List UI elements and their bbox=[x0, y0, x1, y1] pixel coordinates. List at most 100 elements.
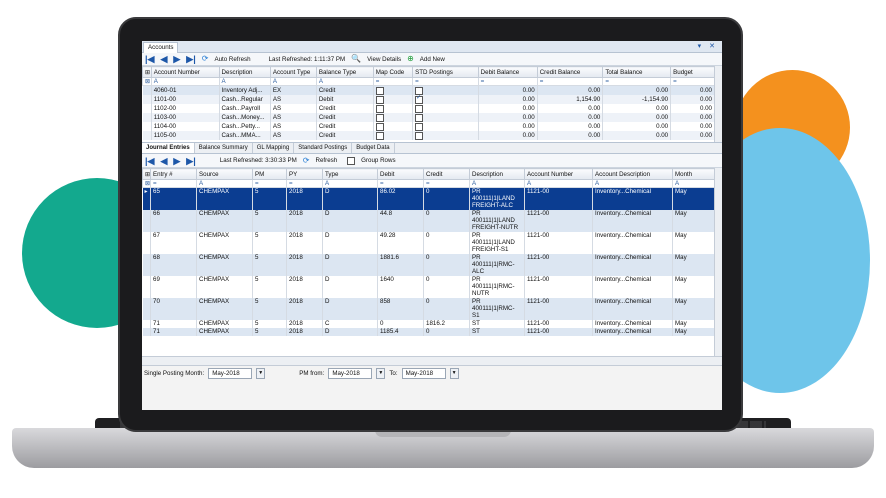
table-row[interactable]: 1102-00 Cash...Payroll AS Credit 0.00 0.… bbox=[142, 104, 715, 113]
table-row[interactable]: 71 CHEMPAX 5 2018 C 0 1816.2 ST 1121-00 … bbox=[142, 320, 716, 328]
column-header[interactable]: Account Number bbox=[150, 66, 220, 78]
filter-cell[interactable]: = bbox=[536, 77, 604, 86]
add-new-button[interactable]: Add New bbox=[420, 56, 445, 63]
auto-refresh-label[interactable]: Auto Refresh bbox=[214, 56, 250, 63]
filter-cell[interactable]: A bbox=[322, 179, 378, 188]
single-posting-select[interactable]: May-2018 bbox=[208, 367, 253, 379]
pm-to-select[interactable]: May-2018 bbox=[401, 367, 446, 379]
tab-standard-postings[interactable]: Standard Postings bbox=[294, 143, 353, 153]
table-row[interactable]: 71 CHEMPAX 5 2018 D 1185.4 0 ST 1121-00 … bbox=[142, 328, 716, 336]
column-header[interactable]: Description bbox=[218, 66, 271, 78]
previous-record-icon[interactable]: ◀ bbox=[160, 54, 167, 64]
std-postings-checkbox[interactable] bbox=[415, 113, 424, 122]
chevron-down-icon[interactable]: ▼ bbox=[449, 367, 459, 379]
std-postings-checkbox[interactable] bbox=[415, 104, 424, 113]
window-controls[interactable]: ▾ ✕ bbox=[698, 41, 718, 52]
column-header[interactable]: Credit Balance bbox=[536, 66, 604, 78]
group-rows-checkbox[interactable] bbox=[347, 156, 356, 165]
filter-cell[interactable]: A bbox=[315, 77, 374, 86]
column-header[interactable]: Entry # bbox=[150, 168, 197, 180]
tab-accounts[interactable]: Accounts bbox=[143, 42, 179, 53]
refresh-icon[interactable]: ⟳ bbox=[303, 156, 310, 166]
table-row[interactable]: 1103-00 Cash...Money... AS Credit 0.00 0… bbox=[142, 113, 715, 122]
pm-from-select[interactable]: May-2018 bbox=[328, 367, 373, 379]
filter-cell[interactable]: A bbox=[150, 77, 220, 86]
filter-cell[interactable]: A bbox=[524, 179, 593, 188]
column-header[interactable]: PM bbox=[252, 168, 287, 180]
next-record-icon[interactable]: ▶ bbox=[173, 156, 180, 166]
table-row[interactable]: 66 CHEMPAX 5 2018 D 44.8 0 PR 400111|1|L… bbox=[142, 210, 716, 232]
filter-cell[interactable]: = bbox=[372, 77, 414, 86]
column-header[interactable]: Total Balance bbox=[602, 66, 672, 78]
map-code-checkbox[interactable] bbox=[375, 104, 384, 113]
filter-cell[interactable]: A bbox=[672, 179, 716, 188]
filter-cell[interactable]: = bbox=[423, 179, 470, 188]
filter-cell[interactable]: A bbox=[592, 179, 673, 188]
accounts-filter-row[interactable]: ⊠ A A A A = = = = = = bbox=[142, 77, 715, 86]
table-row[interactable]: 68 CHEMPAX 5 2018 D 1881.6 0 PR 400111|1… bbox=[142, 254, 716, 276]
column-header[interactable]: Month bbox=[672, 168, 716, 180]
column-header[interactable]: Account Number bbox=[524, 168, 593, 180]
last-record-icon[interactable]: ▶| bbox=[186, 54, 195, 64]
filter-cell[interactable]: A bbox=[218, 77, 271, 86]
first-record-icon[interactable]: |◀ bbox=[145, 156, 154, 166]
filter-cell[interactable]: A bbox=[196, 179, 253, 188]
table-row[interactable]: 69 CHEMPAX 5 2018 D 1640 0 PR 400111|1|R… bbox=[142, 276, 716, 298]
filter-cell[interactable]: = bbox=[412, 77, 479, 86]
column-header[interactable]: STD Postings bbox=[412, 66, 479, 78]
journal-horizontal-scrollbar[interactable] bbox=[142, 356, 722, 365]
map-code-checkbox[interactable] bbox=[375, 122, 384, 131]
filter-cell[interactable]: = bbox=[150, 179, 197, 188]
journal-filter-row[interactable]: ⊠ = A = = A = = A A A A bbox=[142, 179, 716, 188]
std-postings-checkbox[interactable] bbox=[415, 131, 424, 140]
magnifier-icon[interactable]: 🔍 bbox=[351, 54, 361, 64]
filter-cell[interactable]: = bbox=[286, 179, 323, 188]
tab-gl-mapping[interactable]: GL Mapping bbox=[253, 143, 295, 153]
table-row[interactable]: 1105-00 Cash...MMA... AS Credit 0.00 0.0… bbox=[142, 131, 715, 140]
map-code-checkbox[interactable] bbox=[375, 95, 384, 104]
column-header[interactable]: Description bbox=[469, 168, 525, 180]
refresh-button[interactable]: Refresh bbox=[316, 157, 338, 164]
tab-journal-entries[interactable]: Journal Entries bbox=[142, 143, 195, 153]
refresh-icon[interactable]: ⟳ bbox=[202, 54, 209, 64]
first-record-icon[interactable]: |◀ bbox=[145, 54, 154, 64]
map-code-checkbox[interactable] bbox=[375, 131, 384, 140]
last-record-icon[interactable]: ▶| bbox=[186, 156, 195, 166]
std-postings-checkbox[interactable] bbox=[415, 95, 424, 104]
filter-cell[interactable]: = bbox=[252, 179, 287, 188]
tab-balance-summary[interactable]: Balance Summary bbox=[195, 143, 253, 153]
next-record-icon[interactable]: ▶ bbox=[173, 54, 180, 64]
column-header[interactable]: Balance Type bbox=[315, 66, 374, 78]
std-postings-checkbox[interactable] bbox=[415, 122, 424, 131]
column-header[interactable]: Source bbox=[196, 168, 253, 180]
filter-cell[interactable]: = bbox=[377, 179, 424, 188]
table-row[interactable]: 70 CHEMPAX 5 2018 D 858 0 PR 400111|1|RM… bbox=[142, 298, 716, 320]
filter-cell[interactable]: A bbox=[269, 77, 317, 86]
chevron-down-icon[interactable]: ▼ bbox=[256, 367, 266, 379]
filter-cell[interactable]: = bbox=[477, 77, 538, 86]
table-row[interactable]: 1101-00 Cash...Regular AS Debit 0.00 1,1… bbox=[142, 95, 715, 104]
tab-budget-data[interactable]: Budget Data bbox=[352, 143, 395, 153]
accounts-vertical-scrollbar[interactable] bbox=[714, 66, 722, 142]
view-details-button[interactable]: View Details bbox=[367, 56, 401, 63]
filter-cell[interactable]: A bbox=[469, 179, 525, 188]
table-row[interactable]: 67 CHEMPAX 5 2018 D 49.28 0 PR 400111|1|… bbox=[142, 232, 716, 254]
column-header[interactable]: Map Code bbox=[372, 66, 414, 78]
table-row[interactable]: 1104-00 Cash...Petty... AS Credit 0.00 0… bbox=[142, 122, 715, 131]
filter-cell[interactable]: = bbox=[670, 77, 715, 86]
map-code-checkbox[interactable] bbox=[375, 113, 384, 122]
map-code-checkbox[interactable] bbox=[375, 86, 384, 95]
previous-record-icon[interactable]: ◀ bbox=[160, 156, 167, 166]
column-header[interactable]: Debit bbox=[377, 168, 424, 180]
table-row[interactable]: 4060-01 Inventory Adj... EX Credit 0.00 … bbox=[142, 85, 715, 95]
column-header[interactable]: Account Description bbox=[592, 168, 673, 180]
chevron-down-icon[interactable]: ▼ bbox=[376, 367, 386, 379]
add-icon[interactable]: ⊕ bbox=[407, 54, 414, 64]
filter-cell[interactable]: = bbox=[602, 77, 672, 86]
column-header[interactable]: PY bbox=[286, 168, 323, 180]
column-header[interactable]: Account Type bbox=[269, 66, 317, 78]
std-postings-checkbox[interactable] bbox=[415, 86, 424, 95]
journal-vertical-scrollbar[interactable] bbox=[714, 168, 722, 356]
table-row[interactable]: ▸ 65 CHEMPAX 5 2018 D 86.02 0 PR 400111|… bbox=[142, 187, 716, 210]
column-header[interactable]: Budget bbox=[670, 66, 715, 78]
